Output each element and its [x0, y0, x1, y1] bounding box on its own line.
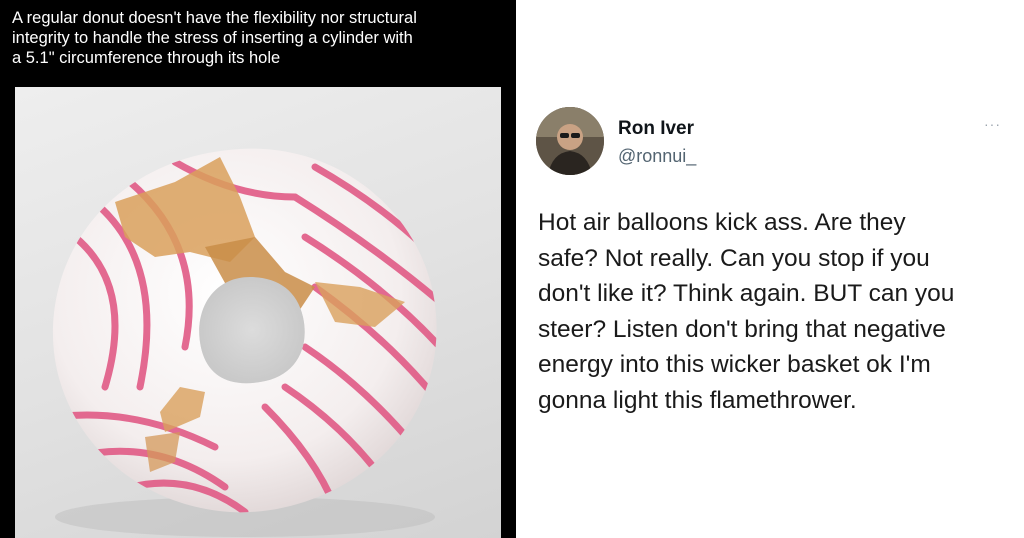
caption-line: a 5.1" circumference through its hole: [12, 49, 281, 67]
tweet-text: Hot air balloons kick ass. Are they safe…: [538, 205, 1008, 418]
tweet-line: steer? Listen don't bring that negative: [538, 315, 946, 343]
tweet-line: don't like it? Think again. BUT can you: [538, 280, 955, 307]
tweet-line: energy into this wicker basket ok I'm: [538, 351, 931, 378]
display-name[interactable]: Ron Iver: [618, 118, 694, 140]
tweet-line: safe? Not really. Can you stop if you: [538, 244, 930, 272]
tweet-card: Ron Iver @ronnui_ ··· Hot air balloons k…: [516, 0, 1024, 538]
profile-photo-icon: [536, 107, 604, 175]
meme-caption: A regular donut doesn't have the flexibi…: [12, 8, 508, 68]
user-handle[interactable]: @ronnui_: [618, 146, 696, 167]
tweet-line: Hot air balloons kick ass. Are they: [538, 209, 906, 236]
meme-collage: A regular donut doesn't have the flexibi…: [0, 0, 1024, 538]
more-options-icon[interactable]: ···: [984, 116, 1001, 132]
tweet-line: gonna light this flamethrower.: [538, 386, 857, 414]
donut-photo: [15, 87, 501, 538]
caption-line: integrity to handle the stress of insert…: [12, 29, 413, 47]
avatar[interactable]: [536, 107, 604, 175]
cracked-donut-image: [52, 148, 437, 537]
meme-post: A regular donut doesn't have the flexibi…: [0, 0, 516, 538]
caption-line: A regular donut doesn't have the flexibi…: [12, 9, 417, 27]
